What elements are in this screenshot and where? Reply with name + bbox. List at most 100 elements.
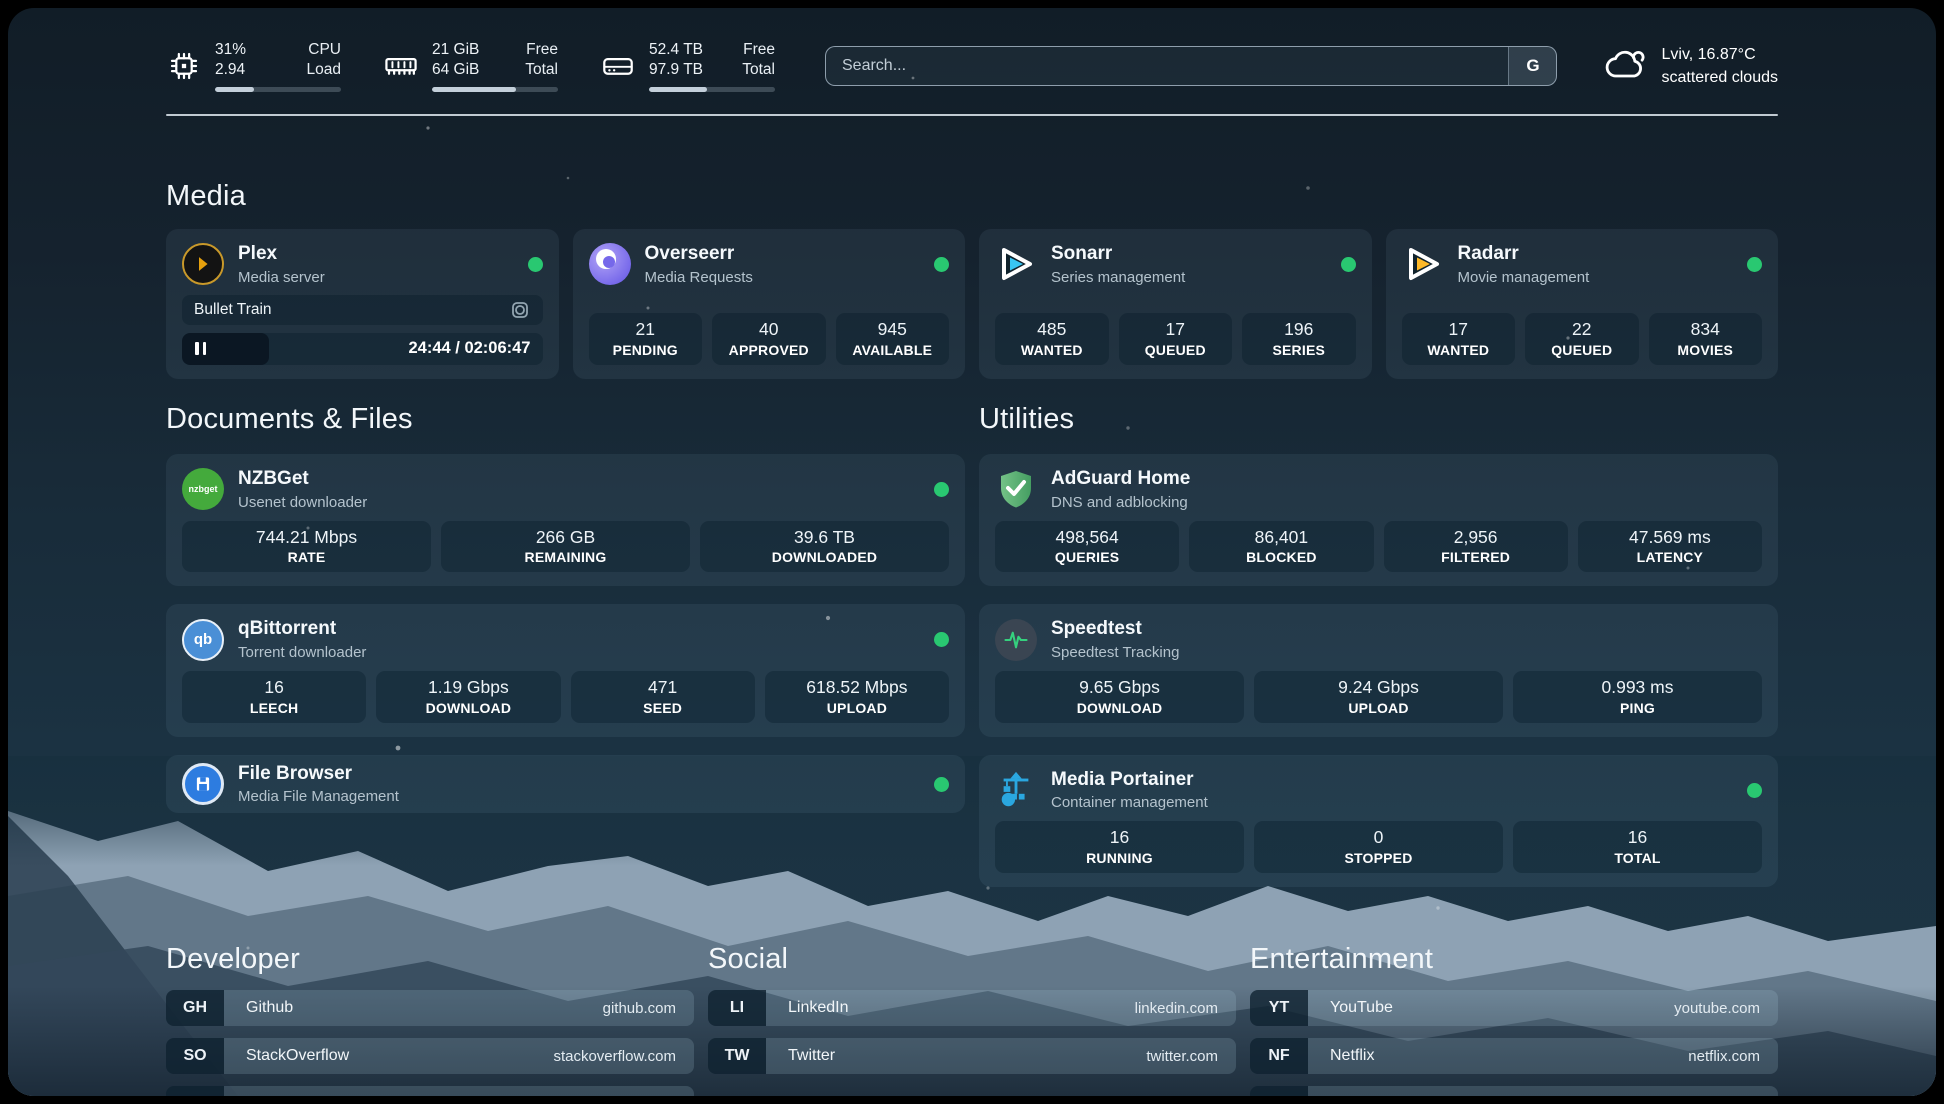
pause-button[interactable] xyxy=(195,342,206,355)
stat-label: PING xyxy=(1517,699,1758,718)
cpu-usage-value: 31% xyxy=(215,40,246,60)
stat-box: 744.21 Mbps RATE xyxy=(182,521,431,573)
search-input[interactable] xyxy=(826,47,1508,85)
stat-value: 9.24 Gbps xyxy=(1258,676,1499,699)
stat-value: 16 xyxy=(1517,826,1758,849)
service-card-speedtest[interactable]: Speedtest Speedtest Tracking 9.65 Gbps D… xyxy=(979,604,1778,736)
disk-progress-track xyxy=(649,87,775,92)
service-description: Media Requests xyxy=(645,269,753,286)
bookmark-dev[interactable]: DT DEV dev.to xyxy=(166,1086,694,1096)
service-card-sonarr[interactable]: Sonarr Series management 485 WANTED 17 Q… xyxy=(979,229,1372,379)
bookmark-twitter[interactable]: TW Twitter twitter.com xyxy=(708,1038,1236,1074)
bookmark-youtube[interactable]: YT YouTube youtube.com xyxy=(1250,990,1778,1026)
service-description: Usenet downloader xyxy=(238,494,367,511)
dashboard-window: 31% 2.94 CPU Load xyxy=(8,8,1936,1096)
ram-progress-track xyxy=(432,87,558,92)
stat-label: APPROVED xyxy=(716,341,822,360)
stat-label: UPLOAD xyxy=(769,699,945,718)
bookmark-url: twitter.com xyxy=(1146,1048,1218,1065)
stat-label: QUEUED xyxy=(1123,341,1229,360)
media-section-title: Media xyxy=(166,180,1778,213)
service-name: AdGuard Home xyxy=(1051,468,1190,491)
stat-value: 744.21 Mbps xyxy=(186,526,427,549)
stat-box: 0.993 ms PING xyxy=(1513,671,1762,723)
bookmark-netflix[interactable]: NF Netflix netflix.com xyxy=(1250,1038,1778,1074)
service-card-overseerr[interactable]: Overseerr Media Requests 21 PENDING 40 A… xyxy=(573,229,966,379)
qbittorrent-icon: qb xyxy=(182,619,224,661)
bookmark-abbr: DT xyxy=(166,1086,224,1096)
stat-label: QUEUED xyxy=(1529,341,1635,360)
service-card-plex[interactable]: Plex Media server Bullet Train 24:44 / 0 xyxy=(166,229,559,379)
stat-label: DOWNLOAD xyxy=(380,699,556,718)
plex-icon xyxy=(182,243,224,285)
stat-box: 17 QUEUED xyxy=(1119,313,1233,365)
weather-condition: scattered clouds xyxy=(1661,66,1778,89)
cpu-progress-fill xyxy=(215,87,254,92)
bookmark-github[interactable]: GH Github github.com xyxy=(166,990,694,1026)
stat-value: 40 xyxy=(716,318,822,341)
memory-widget: 21 GiB 64 GiB Free Total xyxy=(383,40,558,93)
service-card-qbittorrent[interactable]: qb qBittorrent Torrent downloader 16 LEE… xyxy=(166,604,965,736)
stat-value: 266 GB xyxy=(445,526,686,549)
service-card-filebrowser[interactable]: File Browser Media File Management xyxy=(166,755,965,814)
service-card-adguard[interactable]: AdGuard Home DNS and adblocking 498,564 … xyxy=(979,454,1778,586)
hard-drive-icon xyxy=(600,48,636,84)
status-online-dot xyxy=(934,257,949,272)
stat-value: 39.6 TB xyxy=(704,526,945,549)
stat-box: 9.24 Gbps UPLOAD xyxy=(1254,671,1503,723)
bookmark-stackoverflow[interactable]: SO StackOverflow stackoverflow.com xyxy=(166,1038,694,1074)
stat-value: 2,956 xyxy=(1388,526,1564,549)
playback-progress-bar[interactable]: 24:44 / 02:06:47 xyxy=(182,333,543,365)
documents-column: Documents & Files nzbget NZBGet Usenet d… xyxy=(166,403,965,814)
status-online-dot xyxy=(934,632,949,647)
service-name: File Browser xyxy=(238,763,399,786)
scattered-clouds-icon xyxy=(1603,44,1647,88)
sonarr-icon xyxy=(995,243,1037,285)
stat-box: 485 WANTED xyxy=(995,313,1109,365)
bookmark-name: DEV xyxy=(246,1095,279,1096)
service-description: Media server xyxy=(238,269,325,286)
cpu-label: CPU xyxy=(307,40,341,60)
service-card-portainer[interactable]: Media Portainer Container management 16 … xyxy=(979,755,1778,887)
bookmark-name: YouTube xyxy=(1330,999,1393,1017)
stat-label: RUNNING xyxy=(999,849,1240,868)
stat-label: STOPPED xyxy=(1258,849,1499,868)
bookmark-name: Github xyxy=(246,999,293,1017)
service-name: Plex xyxy=(238,243,325,266)
bookmark-url: netflix.com xyxy=(1688,1048,1760,1065)
cpu-chip-icon xyxy=(166,48,202,84)
bookmark-url: linkedin.com xyxy=(1135,1000,1218,1017)
stat-box: 22 QUEUED xyxy=(1525,313,1639,365)
developer-bookmarks: Developer GH Github github.com SO StackO… xyxy=(166,943,694,1096)
disk-widget: 52.4 TB 97.9 TB Free Total xyxy=(600,40,775,93)
stat-box: 498,564 QUERIES xyxy=(995,521,1179,573)
stat-label: PENDING xyxy=(593,341,699,360)
bookmark-abbr: SO xyxy=(166,1038,224,1074)
ram-free-value: 21 GiB xyxy=(432,40,479,60)
now-playing-icon xyxy=(509,299,531,321)
search-engine-button[interactable]: G xyxy=(1508,47,1556,85)
status-online-dot xyxy=(934,777,949,792)
bookmark-linkedin[interactable]: LI LinkedIn linkedin.com xyxy=(708,990,1236,1026)
documents-section-title: Documents & Files xyxy=(166,403,965,436)
bookmark-name: Reddit xyxy=(1330,1095,1376,1096)
stat-box: 266 GB REMAINING xyxy=(441,521,690,573)
ram-total-value: 64 GiB xyxy=(432,60,479,80)
stat-box: 16 TOTAL xyxy=(1513,821,1762,873)
disk-free-label: Free xyxy=(742,40,775,60)
service-name: Overseerr xyxy=(645,243,753,266)
bookmark-abbr: TW xyxy=(708,1038,766,1074)
stat-value: 9.65 Gbps xyxy=(999,676,1240,699)
playback-played-segment xyxy=(182,333,269,365)
cpu-widget: 31% 2.94 CPU Load xyxy=(166,40,341,93)
bookmark-abbr: LI xyxy=(708,990,766,1026)
service-card-radarr[interactable]: Radarr Movie management 17 WANTED 22 QUE… xyxy=(1386,229,1779,379)
search-bar[interactable]: G xyxy=(825,46,1557,86)
bookmark-name: Netflix xyxy=(1330,1047,1374,1065)
weather-widget: Lviv, 16.87°C scattered clouds xyxy=(1603,43,1778,89)
now-playing-title: Bullet Train xyxy=(194,301,272,319)
social-section-title: Social xyxy=(708,943,1236,976)
bookmark-reddit[interactable]: RE Reddit reddit.com xyxy=(1250,1086,1778,1096)
stat-value: 945 xyxy=(840,318,946,341)
service-card-nzbget[interactable]: nzbget NZBGet Usenet downloader 744.21 M… xyxy=(166,454,965,586)
